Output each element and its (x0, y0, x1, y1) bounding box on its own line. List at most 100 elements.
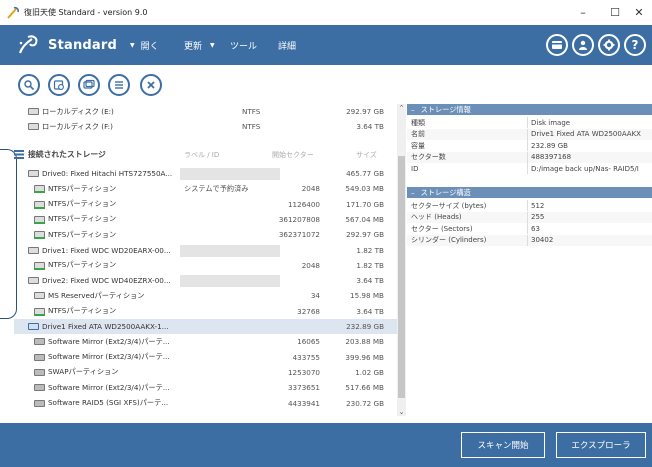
triangle-down-icon: ▼ (210, 41, 215, 49)
info-value: D:/image back up/Nas- RAID5/I (531, 164, 639, 173)
image-button[interactable] (78, 74, 100, 96)
divider (527, 234, 528, 246)
menu-refresh[interactable]: 更新 ▼ (184, 37, 221, 53)
search-icon (24, 80, 35, 91)
start-scan-button[interactable]: スキャン開始 (461, 432, 545, 458)
partition-row[interactable]: NTFSパーティション 362371072 292.97 GB (14, 227, 398, 242)
menu-tools[interactable]: ツール (230, 37, 257, 53)
partition-row[interactable]: Software Mirror (Ext2/3/4)パーテ... 433755 39… (14, 350, 398, 365)
info-key: 名前 (411, 130, 425, 138)
divider (527, 117, 528, 128)
menu-tools-label: ツール (230, 41, 258, 52)
drive-row[interactable]: Drive2: Fixed WDC WD40EZRX-00... 3.64 TB (14, 273, 398, 288)
minimize-button[interactable]: – (565, 0, 601, 25)
item-start: 16065 (297, 337, 320, 347)
item-start: 32768 (297, 306, 320, 316)
help-icon: ? (631, 38, 639, 52)
menu-details-label: 詳細 (278, 41, 297, 52)
partition-row[interactable]: MS Reservedパーティション 34 15.98 MB (14, 288, 398, 303)
info-value: 232.89 GB (531, 141, 568, 150)
partition-row[interactable]: NTFSパーティション システムで予約済み 2048 549.03 MB (14, 181, 398, 196)
help-button[interactable]: ? (624, 34, 646, 56)
search-button[interactable] (18, 74, 40, 96)
info-key: ID (411, 164, 419, 173)
settings-button[interactable] (598, 34, 620, 56)
partition-row[interactable]: NTFSパーティション 361207808 567.04 MB (14, 212, 398, 227)
struct-value: 255 (531, 213, 545, 221)
brand-name: Standard (48, 37, 117, 53)
list-button[interactable] (108, 74, 130, 96)
column-label: ラベル / ID (184, 151, 220, 159)
partition-row[interactable]: NTFSパーティション 2048 1.82 TB (14, 258, 398, 273)
divider (527, 151, 528, 163)
drive-row[interactable]: Drive1: Fixed WDC WD20EARX-00... 1.82 TB (14, 243, 398, 258)
menu-open[interactable]: ▼ 開く (130, 37, 159, 53)
list-item[interactable]: ローカルディスク (F:) NTFS 3.64 TB (14, 119, 398, 134)
column-size: サイズ (356, 151, 377, 159)
item-size: 15.98 MB (350, 291, 384, 301)
disk-scan-button[interactable] (48, 74, 70, 96)
item-size: 517.66 MB (345, 383, 384, 393)
drive-row[interactable]: Drive0: Fixed Hitachi HTS727550A... 465.7… (14, 166, 398, 181)
struct-key: ヘッド (Heads) (411, 213, 462, 221)
info-key: 種類 (411, 118, 425, 127)
partition-icon (34, 399, 45, 407)
app-window: 復旧天使 Standard - version 9.0 – ☐ ✕ Standa… (0, 0, 652, 467)
scroll-down-icon[interactable]: ⌄ (397, 408, 406, 416)
list-icon (115, 81, 123, 89)
partition-row[interactable]: Software Mirror (Ext2/3/4)パーテ... 3373651 5… (14, 380, 398, 395)
struct-row: シリンダー (Cylinders) 30402 (407, 234, 652, 246)
struct-header: – ストレージ構造 (407, 187, 652, 198)
partition-icon (34, 338, 45, 346)
item-name: Drive0: Fixed Hitachi HTS727550A... (42, 169, 173, 178)
item-name: NTFSパーティション (48, 199, 117, 209)
close-button[interactable]: ✕ (621, 0, 652, 25)
title-bar: 復旧天使 Standard - version 9.0 – ☐ ✕ (0, 0, 652, 25)
divider (527, 163, 528, 174)
drive-icon (28, 246, 39, 254)
drive-row[interactable]: Drive1 Fixed ATA WD2500AAKX-1... 232.89 G… (14, 319, 398, 334)
menu-details[interactable]: 詳細 (278, 37, 296, 53)
item-name: Drive2: Fixed WDC WD40EZRX-00... (42, 276, 171, 286)
collapse-icon[interactable]: – (411, 105, 415, 114)
label-box (180, 244, 280, 257)
close-circle-button[interactable] (140, 74, 162, 96)
column-start: 開始セクター (272, 151, 314, 159)
collapse-icon[interactable]: – (411, 188, 415, 197)
label-box (180, 275, 280, 288)
partition-row[interactable]: SWAPパーティション 1253070 1.02 GB (14, 365, 398, 380)
struct-row: セクター (Sectors) 63 (407, 223, 652, 234)
item-size: 292.97 GB (346, 107, 384, 116)
partition-icon (34, 215, 45, 224)
item-size: 171.70 GB (346, 199, 384, 209)
info-value: Disk image (531, 118, 571, 127)
item-size: 3.64 TB (356, 306, 384, 316)
item-start: 1253070 (287, 367, 320, 377)
account-button[interactable] (572, 34, 594, 56)
partition-icon (34, 185, 45, 194)
partition-row[interactable]: Software RAID5 (SGI XFS)パーテ... 4433941 230… (14, 396, 398, 411)
item-name: Drive1 Fixed ATA WD2500AAKX-1... (42, 322, 169, 331)
partition-row[interactable]: NTFSパーティション 1126400 171.70 GB (14, 197, 398, 212)
card-button[interactable] (546, 34, 568, 56)
divider (527, 128, 528, 140)
struct-row: セクターサイズ (bytes) 512 (407, 200, 652, 211)
drive-icon (28, 277, 39, 285)
item-label: システムで予約済み (184, 183, 249, 193)
scroll-up-icon[interactable]: ⌃ (397, 104, 406, 112)
info-title: ストレージ情報 (420, 104, 471, 114)
partition-icon (34, 200, 45, 209)
close-circle-icon (147, 81, 155, 89)
scroll-thumb[interactable] (398, 156, 405, 398)
partition-row[interactable]: NTFSパーティション 32768 3.64 TB (14, 304, 398, 319)
partition-icon (34, 307, 45, 316)
list-item[interactable]: ローカルディスク (E:) NTFS 292.97 GB (14, 104, 398, 119)
item-size: 567.04 MB (345, 214, 384, 224)
image-icon (83, 79, 95, 89)
list-scrollbar[interactable]: ⌃ ⌄ (397, 104, 406, 416)
partition-row[interactable]: Software Mirror (Ext2/3/4)パーテ... 16065 203… (14, 334, 398, 349)
explorer-button[interactable]: エクスプローラ (556, 432, 646, 458)
disk-scan-icon (53, 80, 64, 90)
brand: Standard (16, 33, 117, 57)
item-start: 2048 (301, 260, 320, 270)
